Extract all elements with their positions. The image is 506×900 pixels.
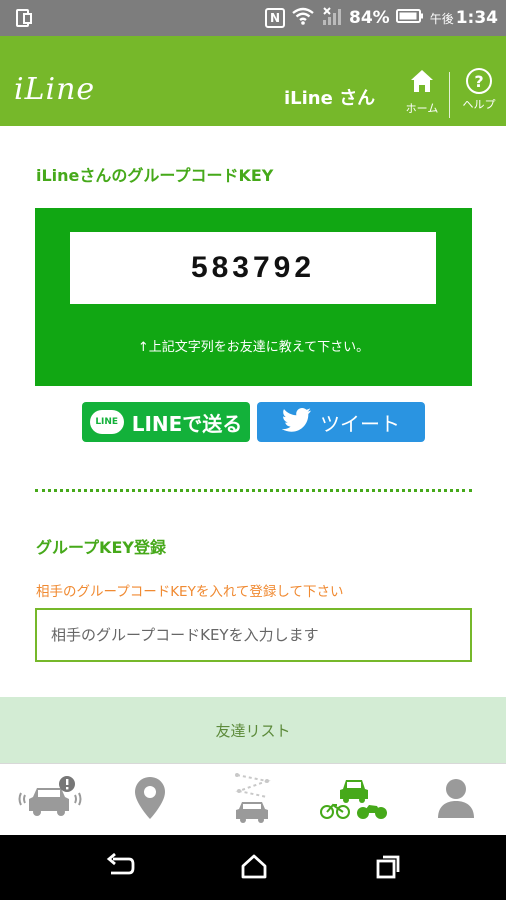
tab-car-alert[interactable] <box>14 772 86 828</box>
nav-back-button[interactable] <box>96 849 144 887</box>
battery-icon <box>395 8 424 29</box>
tab-profile[interactable] <box>420 772 492 828</box>
line-send-label: LINEで送る <box>131 411 243 436</box>
tweet-label: ツイート <box>320 411 400 436</box>
tab-vehicles[interactable] <box>318 772 390 828</box>
friends-list-button[interactable]: 友達リスト <box>0 697 506 763</box>
back-arrow-icon <box>105 852 135 883</box>
status-bar: N 84% 午後 1:34 <box>0 0 506 36</box>
tab-route[interactable] <box>216 772 288 828</box>
signal-icon <box>321 6 343 31</box>
line-send-button[interactable]: LINE LINEで送る <box>82 402 250 442</box>
home-outline-icon <box>240 853 268 883</box>
register-title: グループKEY登録 <box>36 538 166 557</box>
group-code-value: 583792 <box>70 232 436 304</box>
nfc-icon: N <box>264 8 285 28</box>
tweet-button[interactable]: ツイート <box>257 402 425 442</box>
screen: N 84% 午後 1:34 iLine iLine さん ホーム ? ヘルプ i… <box>0 0 506 900</box>
header-divider <box>449 72 450 118</box>
line-logo-icon: LINE <box>89 410 124 434</box>
group-key-input[interactable] <box>35 608 472 662</box>
group-code-note: ↑上記文字列をお友達に教えて下さい。 <box>137 340 370 355</box>
help-label: ヘルプ <box>462 98 496 111</box>
friends-list-label: 友達リスト <box>215 721 291 740</box>
system-nav-bar <box>0 835 506 900</box>
clock: 1:34 <box>455 8 498 28</box>
sim-card-icon <box>14 8 34 32</box>
section-divider <box>35 489 472 492</box>
wifi-icon <box>291 6 315 31</box>
twitter-bird-icon <box>281 407 312 438</box>
recents-icon <box>374 853 402 883</box>
help-icon: ? <box>466 68 492 94</box>
app-header: iLine iLine さん ホーム ? ヘルプ <box>0 36 506 126</box>
battery-percent: 84% <box>348 8 390 28</box>
tab-map[interactable] <box>114 772 186 828</box>
user-name: iLine さん <box>284 88 376 109</box>
vehicles-icon <box>319 775 389 825</box>
car-alert-icon <box>17 775 83 825</box>
map-pin-icon <box>133 775 167 825</box>
help-button[interactable]: ? ヘルプ <box>455 68 503 124</box>
nav-recents-button[interactable] <box>364 849 412 887</box>
route-car-icon <box>227 771 277 829</box>
nav-home-button[interactable] <box>230 849 278 887</box>
time-period: 午後 <box>429 11 454 26</box>
app-logo: iLine <box>14 72 96 107</box>
home-button[interactable]: ホーム <box>398 68 446 124</box>
register-hint: 相手のグループコードKEYを入れて登録して下さい <box>36 584 344 600</box>
profile-icon <box>436 776 476 824</box>
home-label: ホーム <box>405 102 439 115</box>
home-icon <box>409 70 435 98</box>
bottom-tab-bar <box>0 763 506 835</box>
group-code-panel: 583792 ↑上記文字列をお友達に教えて下さい。 <box>35 208 472 386</box>
group-code-title: iLineさんのグループコードKEY <box>36 166 274 185</box>
